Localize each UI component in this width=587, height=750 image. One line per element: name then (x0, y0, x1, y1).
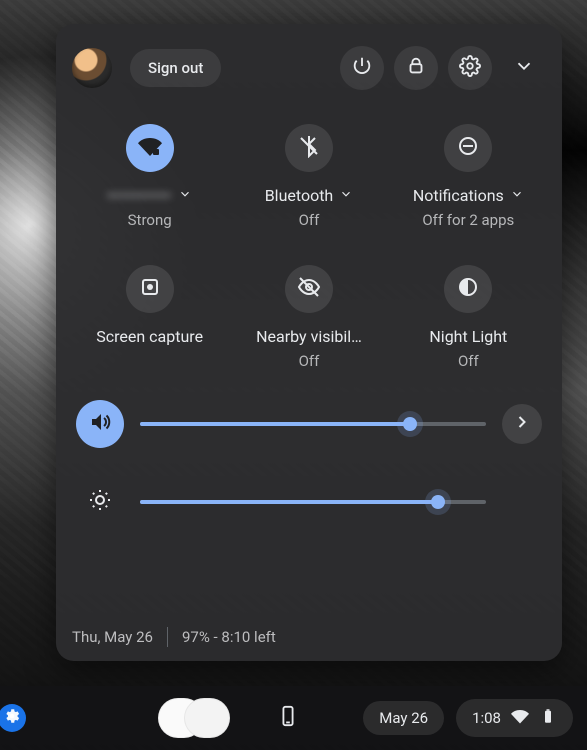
volume-button[interactable] (76, 400, 124, 448)
lock-button[interactable] (394, 46, 438, 90)
sliders (72, 400, 546, 526)
chevron-down-icon (339, 186, 353, 205)
chevron-down-icon (513, 55, 535, 81)
notifications-toggle[interactable] (444, 124, 492, 172)
wifi-network-name: •••••••••• (108, 186, 172, 205)
bluetooth-label: Bluetooth (265, 186, 334, 205)
shelf-window-previews[interactable] (158, 696, 238, 740)
divider (167, 627, 168, 647)
bluetooth-status: Off (299, 211, 320, 229)
bluetooth-off-icon (297, 134, 321, 162)
screen-capture-title-row: Screen capture (96, 327, 203, 347)
tile-wifi: •••••••••• Strong (75, 124, 225, 229)
chevron-right-icon (512, 412, 532, 436)
shelf: May 26 1:08 (0, 686, 587, 750)
status-tray[interactable]: 1:08 (456, 699, 573, 737)
panel-footer: Thu, May 26 97% - 8:10 left (72, 627, 276, 647)
tile-screen-capture: Screen capture (75, 265, 225, 370)
bluetooth-title-row[interactable]: Bluetooth (265, 186, 354, 205)
collapse-button[interactable] (502, 46, 546, 90)
night-light-label: Night Light (429, 327, 507, 346)
night-light-title-row: Night Light (429, 327, 507, 346)
volume-icon (88, 410, 112, 438)
chevron-down-icon (178, 186, 192, 205)
sign-out-button[interactable]: Sign out (130, 49, 221, 87)
gear-icon (459, 55, 481, 81)
brightness-row (76, 478, 542, 526)
panel-header: Sign out (72, 40, 546, 96)
do-not-disturb-icon (456, 134, 480, 162)
brightness-icon (88, 488, 112, 516)
power-button[interactable] (340, 46, 384, 90)
brightness-slider[interactable] (140, 500, 486, 504)
power-icon (351, 55, 373, 81)
nearby-label: Nearby visibil… (256, 327, 362, 346)
phone-hub-button[interactable] (268, 698, 308, 738)
notifications-title-row[interactable]: Notifications (413, 186, 524, 205)
shelf-app-icon[interactable] (0, 704, 26, 732)
volume-slider[interactable] (140, 422, 486, 426)
tile-nearby-visibility: Nearby visibil… Off (234, 265, 384, 370)
screen-capture-button[interactable] (126, 265, 174, 313)
brightness-button[interactable] (76, 478, 124, 526)
quick-tiles: •••••••••• Strong Bluetooth Off (72, 124, 546, 370)
screen-capture-icon (138, 275, 162, 303)
wifi-title-row[interactable]: •••••••••• (108, 186, 192, 205)
wifi-toggle[interactable] (126, 124, 174, 172)
notifications-label: Notifications (413, 186, 504, 205)
volume-row (76, 400, 542, 448)
nearby-visibility-toggle[interactable] (285, 265, 333, 313)
phone-icon (277, 702, 299, 734)
avatar[interactable] (72, 48, 112, 88)
audio-settings-button[interactable] (502, 404, 542, 444)
shelf-date: May 26 (379, 709, 428, 727)
nearby-title-row: Nearby visibil… (256, 327, 362, 346)
tile-notifications: Notifications Off for 2 apps (393, 124, 543, 229)
visibility-off-icon (297, 275, 321, 303)
settings-button[interactable] (448, 46, 492, 90)
chevron-down-icon (510, 186, 524, 205)
notifications-status: Off for 2 apps (422, 211, 514, 229)
screen-capture-label: Screen capture (96, 327, 203, 347)
footer-date: Thu, May 26 (72, 628, 153, 646)
shelf-date-pill[interactable]: May 26 (363, 701, 444, 735)
night-light-icon (456, 275, 480, 303)
night-light-status: Off (458, 352, 479, 370)
tile-night-light: Night Light Off (393, 265, 543, 370)
nearby-status: Off (299, 352, 320, 370)
wifi-status: Strong (128, 211, 172, 229)
night-light-toggle[interactable] (444, 265, 492, 313)
shelf-time: 1:08 (472, 709, 501, 727)
footer-battery: 97% - 8:10 left (182, 628, 276, 646)
wifi-icon (511, 707, 529, 729)
bluetooth-toggle[interactable] (285, 124, 333, 172)
wifi-icon (138, 134, 162, 162)
tile-bluetooth: Bluetooth Off (234, 124, 384, 229)
lock-icon (405, 55, 427, 81)
quick-settings-panel: Sign out (56, 24, 562, 661)
battery-icon (539, 707, 557, 729)
gear-icon (3, 707, 21, 729)
